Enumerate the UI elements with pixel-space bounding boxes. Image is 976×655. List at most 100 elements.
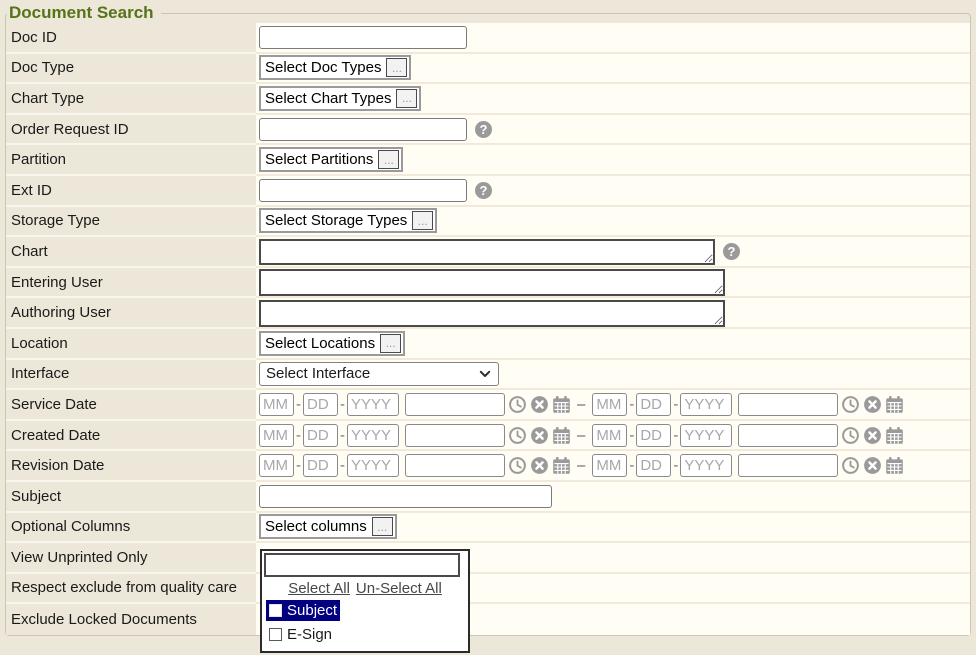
dd-input[interactable] [636,454,671,477]
partition-picker-text: Select Partitions [265,151,373,168]
time-input[interactable] [405,454,505,477]
popup-item-esign-chip: E-Sign [266,624,335,645]
help-icon[interactable]: ? [475,182,492,199]
clock-icon[interactable] [508,456,527,475]
dd-input[interactable] [303,454,338,477]
optional-columns-picker-text: Select columns [265,518,367,535]
doc-type-ellipsis-button[interactable]: ... [386,58,407,77]
checkbox-icon[interactable] [269,604,282,617]
help-icon[interactable]: ? [723,243,740,260]
location-picker[interactable]: Select Locations ... [259,331,405,356]
partition-picker[interactable]: Select Partitions ... [259,147,403,172]
chart-textarea[interactable] [259,239,715,265]
authoring-user-label: Authoring User [6,298,256,329]
partition-ellipsis-button[interactable]: ... [378,150,399,169]
location-ellipsis-button[interactable]: ... [380,334,401,353]
clock-icon[interactable] [841,426,860,445]
optional-columns-label: Optional Columns [6,513,256,544]
clear-icon[interactable] [863,456,882,475]
unselect-all-link[interactable]: Un-Select All [356,580,442,597]
checkbox-icon[interactable] [269,628,282,641]
calendar-icon[interactable] [552,426,571,445]
revision-date-range: -- –-- [256,451,970,482]
select-all-link[interactable]: Select All [288,580,350,597]
exclude-locked-label: Exclude Locked Documents [6,604,256,635]
yyyy-input[interactable] [680,424,732,447]
doc-id-input[interactable] [259,26,467,49]
popup-item-subject[interactable]: Subject [262,599,468,623]
created-date-range: -- –-- [256,421,970,452]
clock-icon[interactable] [508,426,527,445]
mm-input[interactable] [259,454,294,477]
time-input[interactable] [405,393,505,416]
created-date-label: Created Date [6,421,256,452]
calendar-icon[interactable] [885,395,904,414]
dd-input[interactable] [303,393,338,416]
storage-type-picker[interactable]: Select Storage Types ... [259,208,437,233]
mm-input[interactable] [259,424,294,447]
mm-input[interactable] [592,424,627,447]
popup-item-esign[interactable]: E-Sign [262,623,468,647]
chart-type-picker-text: Select Chart Types [265,90,391,107]
time-input[interactable] [405,424,505,447]
clear-icon[interactable] [530,426,549,445]
optional-columns-picker[interactable]: Select columns ... [259,514,397,539]
doc-type-picker[interactable]: Select Doc Types ... [259,55,411,80]
clear-icon[interactable] [530,395,549,414]
clear-icon[interactable] [863,395,882,414]
time-input[interactable] [738,424,838,447]
mm-input[interactable] [259,393,294,416]
optional-columns-ellipsis-button[interactable]: ... [372,517,393,536]
date-separator: - [340,457,345,474]
calendar-icon[interactable] [885,426,904,445]
respect-exclude-label: Respect exclude from quality care [6,574,256,605]
chart-type-ellipsis-button[interactable]: ... [396,89,417,108]
row-service-date: Service Date -- –-- [6,390,970,421]
from-date-group: -- [259,424,571,447]
date-separator: - [340,396,345,413]
partition-label: Partition [6,145,256,176]
chart-type-label: Chart Type [6,84,256,115]
clear-icon[interactable] [530,456,549,475]
row-optional-columns: Optional Columns Select columns ... [6,513,970,544]
clock-icon[interactable] [508,395,527,414]
yyyy-input[interactable] [347,393,399,416]
help-icon[interactable]: ? [475,121,492,138]
yyyy-input[interactable] [347,424,399,447]
columns-popup-search-input[interactable] [264,553,460,577]
row-doc-type: Doc Type Select Doc Types ... [6,54,970,85]
clock-icon[interactable] [841,395,860,414]
dd-input[interactable] [636,424,671,447]
row-partition: Partition Select Partitions ... [6,145,970,176]
yyyy-input[interactable] [347,454,399,477]
dd-input[interactable] [303,424,338,447]
ext-id-input[interactable] [259,179,467,202]
calendar-icon[interactable] [552,456,571,475]
order-request-id-input[interactable] [259,118,467,141]
entering-user-textarea[interactable] [259,269,725,296]
date-separator: - [673,457,678,474]
calendar-icon[interactable] [552,395,571,414]
time-input[interactable] [738,393,838,416]
row-chart-type: Chart Type Select Chart Types ... [6,84,970,115]
mm-input[interactable] [592,393,627,416]
revision-date-label: Revision Date [6,451,256,482]
yyyy-input[interactable] [680,454,732,477]
row-authoring-user: Authoring User [6,298,970,329]
popup-item-subject-chip: Subject [266,600,340,621]
yyyy-input[interactable] [680,393,732,416]
from-date-group: -- [259,393,571,416]
time-input[interactable] [738,454,838,477]
location-label: Location [6,329,256,360]
chart-type-picker[interactable]: Select Chart Types ... [259,86,421,111]
storage-type-ellipsis-button[interactable]: ... [412,211,433,230]
dd-input[interactable] [636,393,671,416]
subject-input[interactable] [259,485,552,508]
calendar-icon[interactable] [885,456,904,475]
clock-icon[interactable] [841,456,860,475]
authoring-user-textarea[interactable] [259,300,725,327]
panel-title: Document Search [7,3,161,23]
interface-select[interactable]: Select Interface [259,362,499,386]
clear-icon[interactable] [863,426,882,445]
mm-input[interactable] [592,454,627,477]
